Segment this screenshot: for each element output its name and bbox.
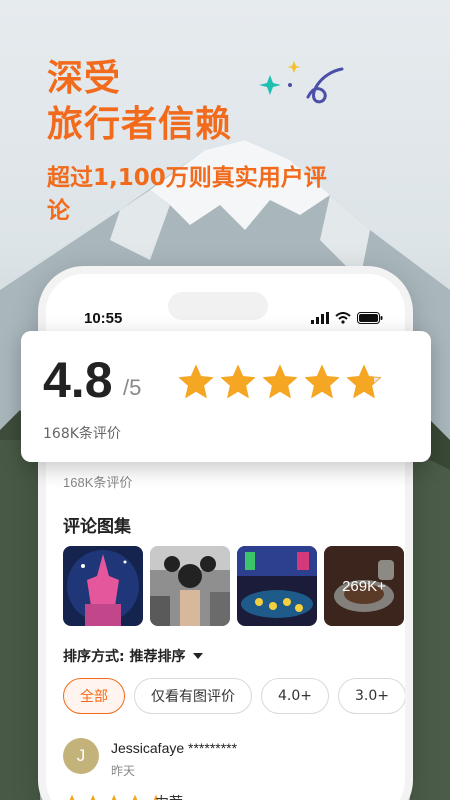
- gallery-photo-train[interactable]: [150, 546, 230, 626]
- caret-down-icon: [193, 653, 204, 659]
- rating-score: 4.8: [43, 352, 113, 408]
- gallery-photo-castle[interactable]: [63, 546, 143, 626]
- rating-card: 4.8 /5 168K条评价: [21, 331, 431, 462]
- rating-out-of: /5: [123, 375, 142, 400]
- gallery-more-count: 269K+: [324, 546, 404, 626]
- star-icon: [345, 363, 383, 406]
- headline-subtitle: 超过1,100万则真实用户评论: [47, 165, 327, 224]
- sort-dropdown[interactable]: 排序方式: 推荐排序: [63, 646, 204, 666]
- avatar: J: [63, 738, 99, 774]
- gallery-photo-show[interactable]: [237, 546, 317, 626]
- review-stars: [63, 794, 165, 800]
- wifi-icon: [335, 312, 351, 324]
- review-count-text: 168K条评价: [63, 475, 133, 490]
- filter-chip-3-plus[interactable]: 3.0+: [338, 678, 405, 714]
- filter-chip-all[interactable]: 全部: [63, 678, 125, 714]
- status-time: 10:55: [84, 310, 123, 327]
- reviewer-name: Jessicafaye *********: [111, 740, 238, 756]
- star-icon: [219, 363, 257, 406]
- status-bar: 10:55: [46, 304, 405, 334]
- signal-icon: [311, 312, 329, 324]
- star-icon: [63, 794, 81, 800]
- star-icon: [126, 794, 144, 800]
- review-time: 昨天: [111, 764, 136, 778]
- filter-chip-4-plus[interactable]: 4.0+: [261, 678, 329, 714]
- sort-label: 排序方式: 推荐排序: [63, 649, 186, 665]
- star-icon: [105, 794, 123, 800]
- star-icon: [261, 363, 299, 406]
- star-icon: [177, 363, 215, 406]
- sparkle-decoration-icon: [259, 61, 344, 104]
- battery-icon: [357, 312, 383, 324]
- review-gallery: 269K+: [63, 546, 404, 626]
- filter-chip-with-photos[interactable]: 仅看有图评价: [134, 678, 252, 714]
- filter-chips: 全部 仅看有图评价 4.0+ 3.0+: [63, 678, 405, 714]
- recommend-label: 力荐: [155, 792, 183, 800]
- star-icon: [303, 363, 341, 406]
- star-icon: [84, 794, 102, 800]
- gallery-photo-more[interactable]: 269K+: [324, 546, 404, 626]
- rating-review-count: 168K条评价: [43, 426, 121, 442]
- rating-stars: [177, 363, 383, 406]
- gallery-title: 评论图集: [63, 517, 131, 537]
